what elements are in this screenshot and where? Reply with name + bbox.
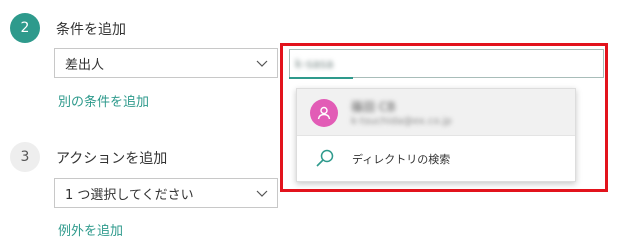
- chevron-down-icon: [256, 190, 268, 197]
- step-title-add-condition: 条件を追加: [56, 22, 126, 38]
- add-exception-link[interactable]: 例外を追加: [58, 220, 123, 239]
- chevron-down-icon: [256, 60, 268, 67]
- action-select-value: 1 つ選択してください: [65, 187, 194, 203]
- action-select[interactable]: 1 つ選択してください: [54, 178, 278, 208]
- add-another-condition-link[interactable]: 別の条件を追加: [58, 91, 149, 110]
- condition-type-value: 差出人: [65, 57, 105, 73]
- step-title-add-action: アクションを追加: [56, 151, 168, 167]
- condition-type-select[interactable]: 差出人: [54, 48, 278, 78]
- highlight-frame: [280, 43, 608, 192]
- step-number-badge: 3: [10, 142, 40, 172]
- step-number-badge: 2: [10, 13, 40, 43]
